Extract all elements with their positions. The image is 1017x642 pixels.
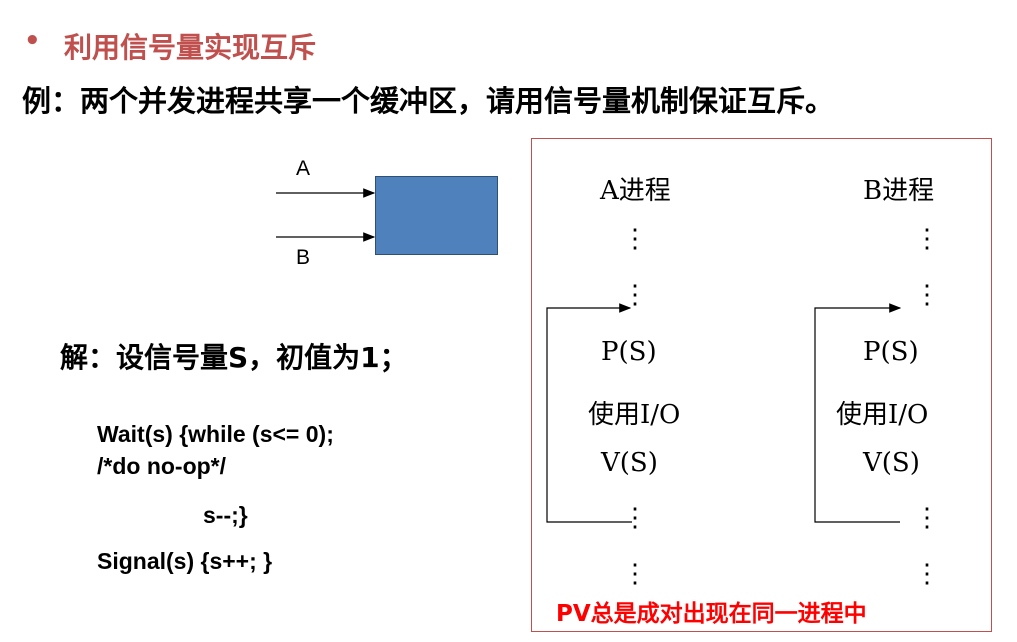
code-line-wait: Wait(s) {while (s<= 0); bbox=[97, 421, 334, 447]
process-b-v: V(S) bbox=[863, 448, 920, 478]
code-line-comment: /*do no-op*/ bbox=[97, 453, 227, 479]
process-b-dots-3: ⋮ bbox=[914, 503, 940, 533]
process-a-dots-3: ⋮ bbox=[622, 503, 648, 533]
process-a-dots-1: ⋮ bbox=[622, 224, 648, 254]
code-line-signal: Signal(s) {s++; } bbox=[97, 548, 273, 574]
solution-text: 解：设信号量S，初值为1； bbox=[60, 341, 408, 374]
process-a-dots-2: ⋮ bbox=[622, 280, 648, 310]
label-b: B bbox=[296, 246, 311, 269]
pv-pair-note: PV总是成对出现在同一进程中 bbox=[556, 601, 867, 627]
process-a-title: A进程 bbox=[600, 176, 671, 206]
process-a-p: P(S) bbox=[601, 337, 657, 367]
process-a-use: 使用I/O bbox=[588, 400, 681, 430]
label-a: A bbox=[296, 157, 311, 180]
process-b-p: P(S) bbox=[863, 337, 919, 367]
process-b-dots-4: ⋮ bbox=[914, 559, 940, 589]
process-b-title: B进程 bbox=[863, 176, 935, 206]
process-a-v: V(S) bbox=[601, 448, 658, 478]
process-b-use: 使用I/O bbox=[836, 400, 929, 430]
process-b-dots-1: ⋮ bbox=[914, 224, 940, 254]
process-panel bbox=[531, 138, 992, 632]
process-a-dots-4: ⋮ bbox=[622, 559, 648, 589]
code-line-decrement: s--;} bbox=[203, 502, 248, 528]
process-b-dots-2: ⋮ bbox=[914, 280, 940, 310]
shared-buffer bbox=[375, 176, 498, 255]
